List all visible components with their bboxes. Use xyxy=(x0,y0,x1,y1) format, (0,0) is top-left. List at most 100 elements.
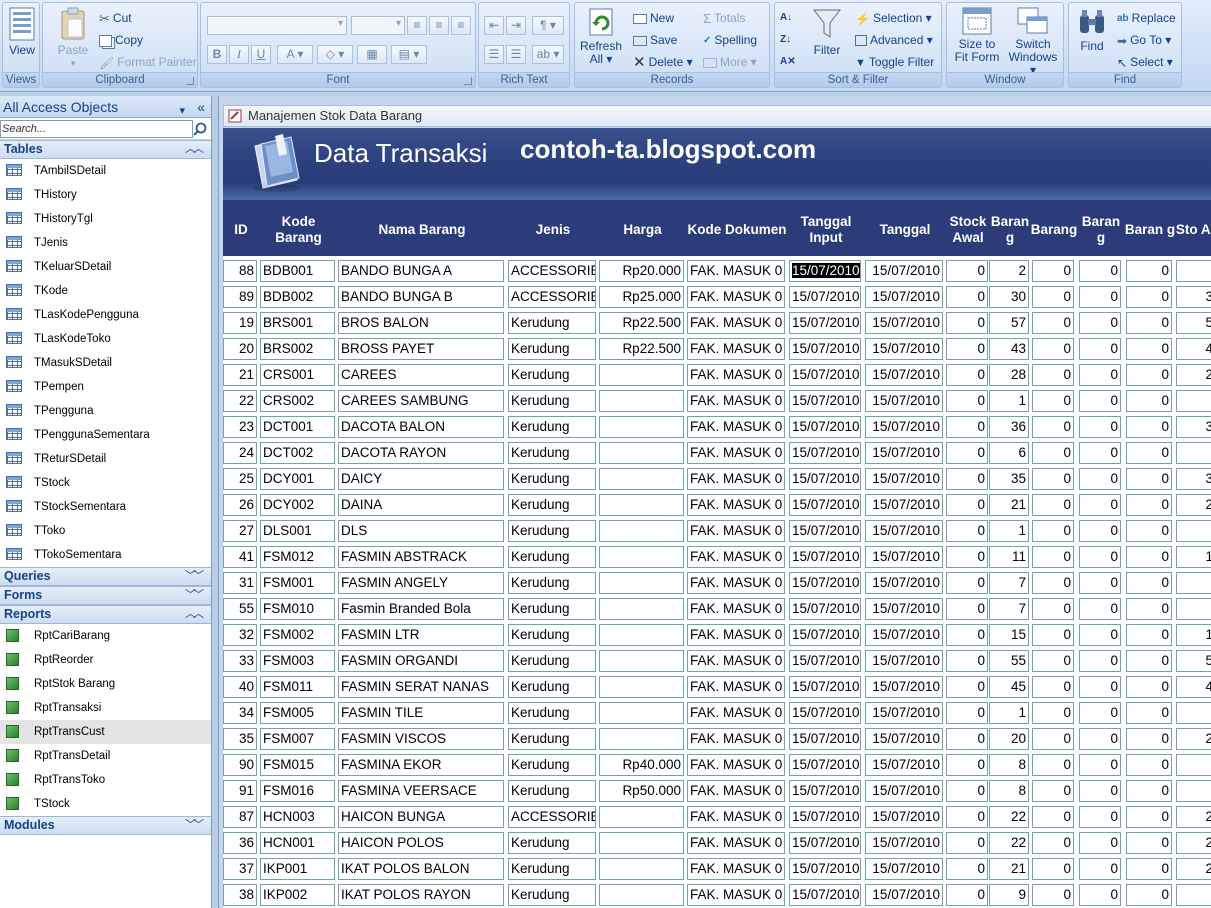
cell-barang3[interactable]: 0 xyxy=(1079,468,1121,490)
align-right-button[interactable]: ≡ xyxy=(451,16,471,35)
column-header-jenis[interactable]: Jenis xyxy=(506,200,600,256)
cell-stock-awal[interactable]: 0 xyxy=(946,884,988,906)
cell-stock-akhir[interactable]: 3 xyxy=(1176,416,1211,438)
cell-tgl[interactable]: 15/07/2010 xyxy=(865,754,943,776)
cell-tgl-input[interactable]: 15/07/2010 xyxy=(789,858,861,880)
cell-barang1[interactable]: 28 xyxy=(989,364,1029,386)
cell-barang4[interactable]: 0 xyxy=(1126,260,1172,282)
nav-section-modules[interactable]: Modules ﹀﹀ xyxy=(0,816,211,835)
cell-id[interactable]: 27 xyxy=(223,520,257,542)
cell-kode[interactable]: BRS001 xyxy=(260,312,335,334)
cell-tgl[interactable]: 15/07/2010 xyxy=(865,390,943,412)
text-direction-button[interactable]: ¶ ▾ xyxy=(532,16,564,35)
cell-jenis[interactable]: Kerudung xyxy=(508,468,596,490)
filter-button[interactable]: Filter xyxy=(807,7,847,57)
cell-barang3[interactable]: 0 xyxy=(1079,546,1121,568)
cell-barang1[interactable]: 7 xyxy=(989,598,1029,620)
cell-barang4[interactable]: 0 xyxy=(1126,338,1172,360)
cell-barang1[interactable]: 1 xyxy=(989,390,1029,412)
cell-tgl[interactable]: 15/07/2010 xyxy=(865,572,943,594)
cell-stock-awal[interactable]: 0 xyxy=(946,390,988,412)
cell-barang3[interactable]: 0 xyxy=(1079,520,1121,542)
cell-dok[interactable]: FAK. MASUK 0 xyxy=(687,806,785,828)
cell-kode[interactable]: HCN001 xyxy=(260,832,335,854)
cell-tgl-input[interactable]: 15/07/2010 xyxy=(789,702,861,724)
nav-report-item[interactable]: TStock xyxy=(0,792,211,816)
font-name-combo[interactable] xyxy=(207,16,347,35)
chevron-down-icon[interactable]: ﹀﹀ xyxy=(185,568,204,585)
cell-stock-awal[interactable]: 0 xyxy=(946,806,988,828)
cell-barang2[interactable]: 0 xyxy=(1032,832,1074,854)
cell-nama[interactable]: BANDO BUNGA B xyxy=(338,286,504,308)
cell-barang3[interactable]: 0 xyxy=(1079,832,1121,854)
cell-barang1[interactable]: 8 xyxy=(989,754,1029,776)
cell-stock-akhir[interactable]: 1 xyxy=(1176,546,1211,568)
cell-tgl[interactable]: 15/07/2010 xyxy=(865,858,943,880)
cell-nama[interactable]: FASMINA EKOR xyxy=(338,754,504,776)
cell-dok[interactable]: FAK. MASUK 0 xyxy=(687,286,785,308)
cell-stock-akhir[interactable] xyxy=(1176,754,1211,776)
nav-table-item[interactable]: TReturSDetail xyxy=(0,447,211,471)
cell-stock-akhir[interactable] xyxy=(1176,702,1211,724)
cell-stock-akhir[interactable]: 4 xyxy=(1176,338,1211,360)
cell-id[interactable]: 88 xyxy=(223,260,257,282)
cell-tgl[interactable]: 15/07/2010 xyxy=(865,650,943,672)
cell-dok[interactable]: FAK. MASUK 0 xyxy=(687,494,785,516)
cell-barang3[interactable]: 0 xyxy=(1079,624,1121,646)
nav-table-item[interactable]: THistory xyxy=(0,183,211,207)
cell-tgl[interactable]: 15/07/2010 xyxy=(865,676,943,698)
go-to-button[interactable]: ➡ Go To ▾ xyxy=(1117,31,1171,49)
cell-nama[interactable]: IKAT POLOS RAYON xyxy=(338,884,504,906)
cell-jenis[interactable]: Kerudung xyxy=(508,754,596,776)
nav-report-item[interactable]: RptStok Barang xyxy=(0,672,211,696)
cell-barang3[interactable]: 0 xyxy=(1079,572,1121,594)
cell-dok[interactable]: FAK. MASUK 0 xyxy=(687,416,785,438)
cell-nama[interactable]: FASMINA VEERSACE xyxy=(338,780,504,802)
nav-table-item[interactable]: TAmbilSDetail xyxy=(0,159,211,183)
cell-stock-akhir[interactable] xyxy=(1176,572,1211,594)
cell-id[interactable]: 89 xyxy=(223,286,257,308)
cell-barang2[interactable]: 0 xyxy=(1032,468,1074,490)
cell-barang1[interactable]: 36 xyxy=(989,416,1029,438)
cell-barang2[interactable]: 0 xyxy=(1032,702,1074,724)
cell-barang3[interactable]: 0 xyxy=(1079,754,1121,776)
shutter-bar-collapse-icon[interactable]: « xyxy=(197,96,205,118)
cell-tgl-input[interactable]: 15/07/2010 xyxy=(789,780,861,802)
cell-jenis[interactable]: Kerudung xyxy=(508,858,596,880)
cell-stock-awal[interactable]: 0 xyxy=(946,338,988,360)
cell-tgl-input[interactable]: 15/07/2010 xyxy=(789,312,861,334)
cell-kode[interactable]: HCN003 xyxy=(260,806,335,828)
cell-stock-awal[interactable]: 0 xyxy=(946,728,988,750)
cell-barang1[interactable]: 9 xyxy=(989,884,1029,906)
nav-report-item[interactable]: RptTransToko xyxy=(0,768,211,792)
chevron-down-icon[interactable]: ﹀﹀ xyxy=(185,587,204,604)
nav-section-tables[interactable]: Tables ︿︿ xyxy=(0,140,211,159)
column-header-barang1[interactable]: Baran g xyxy=(987,200,1033,256)
cell-stock-akhir[interactable]: 2 xyxy=(1176,832,1211,854)
cell-barang3[interactable]: 0 xyxy=(1079,442,1121,464)
cell-dok[interactable]: FAK. MASUK 0 xyxy=(687,728,785,750)
cell-stock-akhir[interactable]: 3 xyxy=(1176,468,1211,490)
cell-barang2[interactable]: 0 xyxy=(1032,806,1074,828)
cell-dok[interactable]: FAK. MASUK 0 xyxy=(687,832,785,854)
search-icon[interactable] xyxy=(193,122,207,136)
cell-id[interactable]: 91 xyxy=(223,780,257,802)
cell-kode[interactable]: FSM016 xyxy=(260,780,335,802)
cell-barang2[interactable]: 0 xyxy=(1032,442,1074,464)
font-size-combo[interactable] xyxy=(351,16,405,35)
cell-barang1[interactable]: 1 xyxy=(989,520,1029,542)
cell-jenis[interactable]: Kerudung xyxy=(508,780,596,802)
cell-barang4[interactable]: 0 xyxy=(1126,702,1172,724)
cell-nama[interactable]: FASMIN VISCOS xyxy=(338,728,504,750)
cell-tgl-input[interactable]: 15/07/2010 xyxy=(789,260,861,282)
cell-barang2[interactable]: 0 xyxy=(1032,520,1074,542)
cell-id[interactable]: 21 xyxy=(223,364,257,386)
cell-tgl[interactable]: 15/07/2010 xyxy=(865,832,943,854)
cell-barang3[interactable]: 0 xyxy=(1079,416,1121,438)
nav-report-item[interactable]: RptTransCust xyxy=(0,720,211,744)
nav-search-input[interactable]: Search... xyxy=(0,120,193,138)
italic-button[interactable]: I xyxy=(229,45,249,64)
cell-barang3[interactable]: 0 xyxy=(1079,728,1121,750)
cell-id[interactable]: 90 xyxy=(223,754,257,776)
cell-stock-akhir[interactable] xyxy=(1176,520,1211,542)
